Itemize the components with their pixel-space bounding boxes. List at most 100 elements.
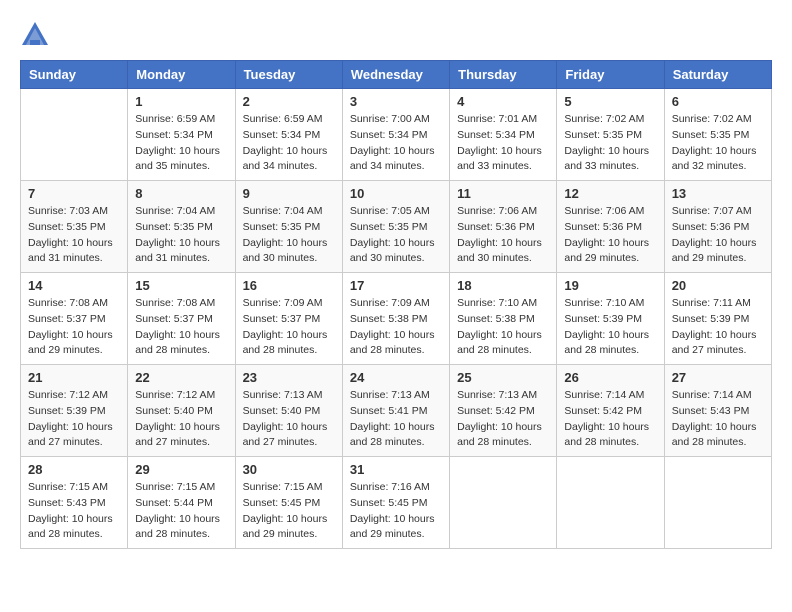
calendar-cell: 27 Sunrise: 7:14 AM Sunset: 5:43 PM Dayl… [664, 365, 771, 457]
day-info: Sunrise: 7:15 AM Sunset: 5:43 PM Dayligh… [28, 480, 120, 543]
day-info: Sunrise: 7:09 AM Sunset: 5:37 PM Dayligh… [243, 296, 335, 359]
day-info: Sunrise: 7:01 AM Sunset: 5:34 PM Dayligh… [457, 112, 549, 175]
calendar-cell: 26 Sunrise: 7:14 AM Sunset: 5:42 PM Dayl… [557, 365, 664, 457]
day-number: 21 [28, 370, 120, 385]
day-info: Sunrise: 7:08 AM Sunset: 5:37 PM Dayligh… [135, 296, 227, 359]
calendar-cell: 29 Sunrise: 7:15 AM Sunset: 5:44 PM Dayl… [128, 457, 235, 549]
calendar-week-2: 7 Sunrise: 7:03 AM Sunset: 5:35 PM Dayli… [21, 181, 772, 273]
calendar-cell: 13 Sunrise: 7:07 AM Sunset: 5:36 PM Dayl… [664, 181, 771, 273]
day-number: 29 [135, 462, 227, 477]
day-number: 3 [350, 94, 442, 109]
calendar-cell: 18 Sunrise: 7:10 AM Sunset: 5:38 PM Dayl… [450, 273, 557, 365]
weekday-header-saturday: Saturday [664, 61, 771, 89]
day-number: 11 [457, 186, 549, 201]
calendar-cell: 5 Sunrise: 7:02 AM Sunset: 5:35 PM Dayli… [557, 89, 664, 181]
day-info: Sunrise: 6:59 AM Sunset: 5:34 PM Dayligh… [243, 112, 335, 175]
day-info: Sunrise: 7:10 AM Sunset: 5:38 PM Dayligh… [457, 296, 549, 359]
day-number: 17 [350, 278, 442, 293]
day-number: 5 [564, 94, 656, 109]
weekday-header-monday: Monday [128, 61, 235, 89]
day-info: Sunrise: 7:00 AM Sunset: 5:34 PM Dayligh… [350, 112, 442, 175]
day-number: 23 [243, 370, 335, 385]
calendar-week-1: 1 Sunrise: 6:59 AM Sunset: 5:34 PM Dayli… [21, 89, 772, 181]
day-info: Sunrise: 7:11 AM Sunset: 5:39 PM Dayligh… [672, 296, 764, 359]
day-number: 20 [672, 278, 764, 293]
day-info: Sunrise: 7:15 AM Sunset: 5:45 PM Dayligh… [243, 480, 335, 543]
weekday-header-wednesday: Wednesday [342, 61, 449, 89]
day-info: Sunrise: 7:10 AM Sunset: 5:39 PM Dayligh… [564, 296, 656, 359]
day-number: 30 [243, 462, 335, 477]
day-info: Sunrise: 7:12 AM Sunset: 5:39 PM Dayligh… [28, 388, 120, 451]
day-number: 2 [243, 94, 335, 109]
day-number: 16 [243, 278, 335, 293]
day-number: 26 [564, 370, 656, 385]
day-info: Sunrise: 7:07 AM Sunset: 5:36 PM Dayligh… [672, 204, 764, 267]
calendar-cell: 14 Sunrise: 7:08 AM Sunset: 5:37 PM Dayl… [21, 273, 128, 365]
calendar-cell: 11 Sunrise: 7:06 AM Sunset: 5:36 PM Dayl… [450, 181, 557, 273]
day-info: Sunrise: 7:06 AM Sunset: 5:36 PM Dayligh… [564, 204, 656, 267]
day-info: Sunrise: 7:04 AM Sunset: 5:35 PM Dayligh… [135, 204, 227, 267]
calendar-cell: 16 Sunrise: 7:09 AM Sunset: 5:37 PM Dayl… [235, 273, 342, 365]
calendar-cell [21, 89, 128, 181]
calendar-cell: 2 Sunrise: 6:59 AM Sunset: 5:34 PM Dayli… [235, 89, 342, 181]
calendar-cell: 10 Sunrise: 7:05 AM Sunset: 5:35 PM Dayl… [342, 181, 449, 273]
day-number: 9 [243, 186, 335, 201]
weekday-header-thursday: Thursday [450, 61, 557, 89]
day-number: 22 [135, 370, 227, 385]
day-number: 28 [28, 462, 120, 477]
calendar-cell: 31 Sunrise: 7:16 AM Sunset: 5:45 PM Dayl… [342, 457, 449, 549]
day-number: 7 [28, 186, 120, 201]
calendar-cell: 28 Sunrise: 7:15 AM Sunset: 5:43 PM Dayl… [21, 457, 128, 549]
logo-icon [20, 20, 50, 50]
calendar-cell: 30 Sunrise: 7:15 AM Sunset: 5:45 PM Dayl… [235, 457, 342, 549]
day-info: Sunrise: 7:13 AM Sunset: 5:42 PM Dayligh… [457, 388, 549, 451]
day-info: Sunrise: 7:04 AM Sunset: 5:35 PM Dayligh… [243, 204, 335, 267]
day-info: Sunrise: 7:12 AM Sunset: 5:40 PM Dayligh… [135, 388, 227, 451]
calendar-cell: 21 Sunrise: 7:12 AM Sunset: 5:39 PM Dayl… [21, 365, 128, 457]
calendar-week-4: 21 Sunrise: 7:12 AM Sunset: 5:39 PM Dayl… [21, 365, 772, 457]
calendar-cell [450, 457, 557, 549]
day-info: Sunrise: 7:06 AM Sunset: 5:36 PM Dayligh… [457, 204, 549, 267]
day-number: 27 [672, 370, 764, 385]
calendar-cell: 8 Sunrise: 7:04 AM Sunset: 5:35 PM Dayli… [128, 181, 235, 273]
day-info: Sunrise: 6:59 AM Sunset: 5:34 PM Dayligh… [135, 112, 227, 175]
calendar-cell [664, 457, 771, 549]
calendar-week-5: 28 Sunrise: 7:15 AM Sunset: 5:43 PM Dayl… [21, 457, 772, 549]
day-info: Sunrise: 7:16 AM Sunset: 5:45 PM Dayligh… [350, 480, 442, 543]
day-info: Sunrise: 7:13 AM Sunset: 5:40 PM Dayligh… [243, 388, 335, 451]
day-info: Sunrise: 7:09 AM Sunset: 5:38 PM Dayligh… [350, 296, 442, 359]
day-info: Sunrise: 7:05 AM Sunset: 5:35 PM Dayligh… [350, 204, 442, 267]
calendar-cell: 4 Sunrise: 7:01 AM Sunset: 5:34 PM Dayli… [450, 89, 557, 181]
calendar-cell: 15 Sunrise: 7:08 AM Sunset: 5:37 PM Dayl… [128, 273, 235, 365]
calendar-week-3: 14 Sunrise: 7:08 AM Sunset: 5:37 PM Dayl… [21, 273, 772, 365]
logo [20, 20, 52, 50]
calendar-cell: 22 Sunrise: 7:12 AM Sunset: 5:40 PM Dayl… [128, 365, 235, 457]
calendar-cell: 23 Sunrise: 7:13 AM Sunset: 5:40 PM Dayl… [235, 365, 342, 457]
day-number: 24 [350, 370, 442, 385]
weekday-header-tuesday: Tuesday [235, 61, 342, 89]
calendar-cell: 19 Sunrise: 7:10 AM Sunset: 5:39 PM Dayl… [557, 273, 664, 365]
weekday-header-friday: Friday [557, 61, 664, 89]
day-info: Sunrise: 7:02 AM Sunset: 5:35 PM Dayligh… [564, 112, 656, 175]
calendar-cell: 6 Sunrise: 7:02 AM Sunset: 5:35 PM Dayli… [664, 89, 771, 181]
day-info: Sunrise: 7:13 AM Sunset: 5:41 PM Dayligh… [350, 388, 442, 451]
calendar-cell: 25 Sunrise: 7:13 AM Sunset: 5:42 PM Dayl… [450, 365, 557, 457]
page-header [20, 20, 772, 50]
day-info: Sunrise: 7:15 AM Sunset: 5:44 PM Dayligh… [135, 480, 227, 543]
day-number: 15 [135, 278, 227, 293]
calendar-cell: 17 Sunrise: 7:09 AM Sunset: 5:38 PM Dayl… [342, 273, 449, 365]
calendar-header-row: SundayMondayTuesdayWednesdayThursdayFrid… [21, 61, 772, 89]
day-number: 18 [457, 278, 549, 293]
day-number: 13 [672, 186, 764, 201]
day-info: Sunrise: 7:02 AM Sunset: 5:35 PM Dayligh… [672, 112, 764, 175]
day-info: Sunrise: 7:14 AM Sunset: 5:43 PM Dayligh… [672, 388, 764, 451]
calendar-table: SundayMondayTuesdayWednesdayThursdayFrid… [20, 60, 772, 549]
day-number: 19 [564, 278, 656, 293]
calendar-cell: 20 Sunrise: 7:11 AM Sunset: 5:39 PM Dayl… [664, 273, 771, 365]
calendar-cell: 1 Sunrise: 6:59 AM Sunset: 5:34 PM Dayli… [128, 89, 235, 181]
calendar-cell: 12 Sunrise: 7:06 AM Sunset: 5:36 PM Dayl… [557, 181, 664, 273]
day-info: Sunrise: 7:14 AM Sunset: 5:42 PM Dayligh… [564, 388, 656, 451]
day-number: 6 [672, 94, 764, 109]
day-number: 4 [457, 94, 549, 109]
calendar-cell: 9 Sunrise: 7:04 AM Sunset: 5:35 PM Dayli… [235, 181, 342, 273]
